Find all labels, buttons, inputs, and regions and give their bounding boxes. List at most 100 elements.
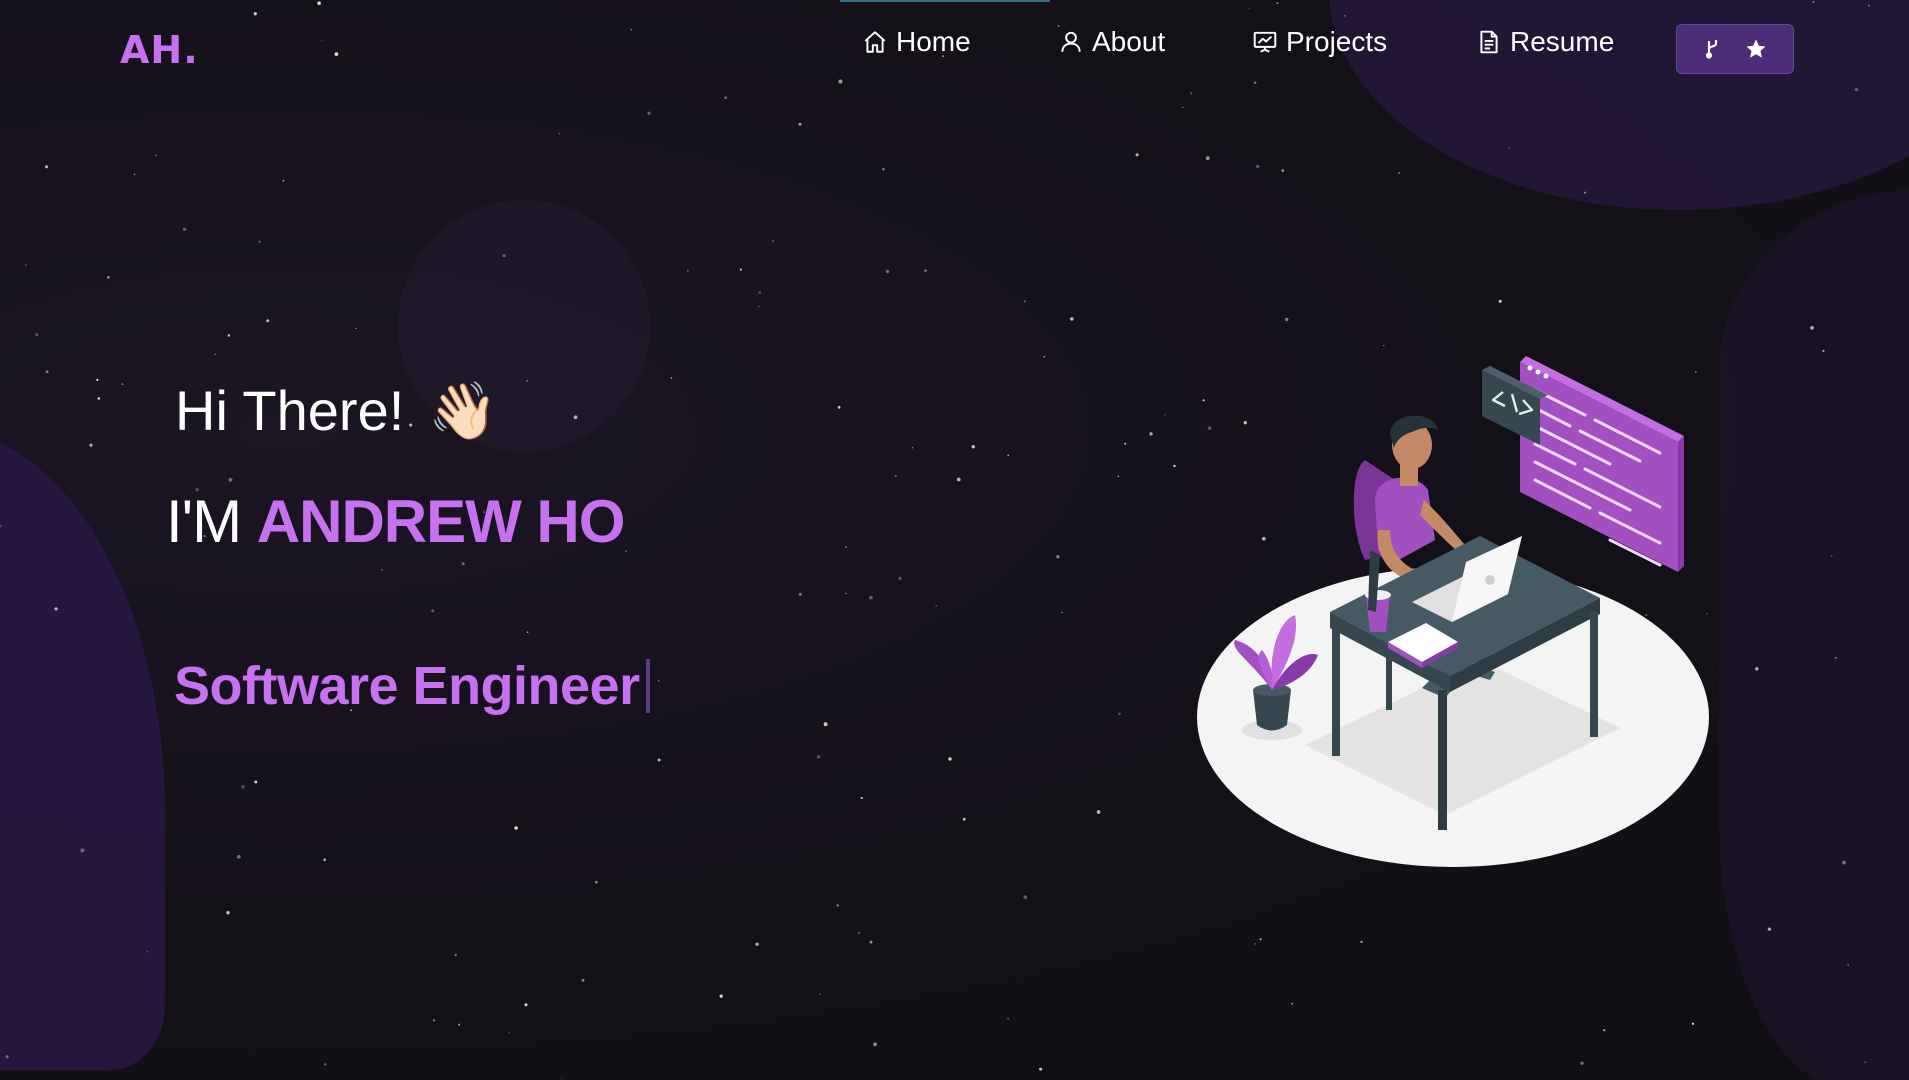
star xyxy=(1691,1022,1695,1025)
star xyxy=(647,111,651,115)
star xyxy=(1259,938,1262,941)
star xyxy=(1291,1002,1294,1005)
star xyxy=(226,910,230,915)
star xyxy=(657,758,661,762)
star xyxy=(1173,464,1176,468)
star xyxy=(1822,349,1825,353)
star xyxy=(1149,432,1153,436)
star xyxy=(524,1003,528,1007)
star xyxy=(5,1055,9,1059)
star xyxy=(514,826,518,830)
star xyxy=(670,377,673,379)
star xyxy=(625,550,627,552)
star xyxy=(581,978,585,982)
nav-item-projects[interactable]: Projects xyxy=(1252,26,1387,58)
star xyxy=(869,940,873,944)
star xyxy=(1810,326,1814,330)
hero-intro: I'M ANDREW HO xyxy=(166,487,626,556)
star xyxy=(1834,656,1837,659)
star xyxy=(1023,300,1026,303)
star xyxy=(266,319,270,323)
hero-name: ANDREW HO xyxy=(256,488,626,555)
star xyxy=(1118,712,1121,716)
star xyxy=(1864,1061,1867,1064)
star xyxy=(254,780,258,784)
star xyxy=(1281,169,1285,172)
star xyxy=(155,154,157,157)
nav-item-about[interactable]: About xyxy=(1058,26,1165,58)
star xyxy=(911,447,914,449)
typewriter-cursor xyxy=(645,659,650,713)
star xyxy=(107,276,110,279)
star xyxy=(227,334,231,337)
star xyxy=(526,631,529,633)
star xyxy=(971,444,976,449)
star xyxy=(1135,153,1139,157)
star-icon xyxy=(1746,39,1766,58)
star xyxy=(323,858,326,862)
star xyxy=(1039,1067,1043,1071)
nav-item-home[interactable]: Home xyxy=(862,26,971,58)
star xyxy=(739,268,742,271)
greeting-text: Hi There! xyxy=(175,379,405,442)
star xyxy=(1755,667,1759,671)
star xyxy=(96,378,99,381)
star xyxy=(595,881,598,884)
star xyxy=(1398,172,1400,174)
star xyxy=(1767,927,1772,931)
star xyxy=(816,755,821,759)
star xyxy=(1284,317,1289,322)
star xyxy=(45,370,49,374)
star xyxy=(1182,106,1184,109)
star xyxy=(236,854,241,859)
star xyxy=(1124,442,1127,445)
star xyxy=(948,757,952,761)
star xyxy=(1070,317,1074,321)
star xyxy=(724,96,728,100)
developer-illustration xyxy=(1197,356,1709,867)
star xyxy=(898,576,902,580)
star xyxy=(1498,299,1502,303)
star xyxy=(182,227,187,232)
star xyxy=(771,239,775,243)
star xyxy=(121,383,124,386)
star xyxy=(1061,611,1063,614)
star xyxy=(1043,355,1046,358)
star xyxy=(1580,1061,1584,1065)
nav-item-resume[interactable]: Resume xyxy=(1476,26,1614,58)
star xyxy=(857,931,861,935)
star xyxy=(894,474,897,478)
star xyxy=(719,994,723,998)
document-icon xyxy=(1480,30,1498,54)
star xyxy=(558,132,561,135)
star xyxy=(836,904,839,907)
nav-item-label: Home xyxy=(896,26,971,57)
star xyxy=(1205,156,1210,160)
star xyxy=(282,179,285,182)
portfolio-page: AH. Home About Projects Resume Hi There!… xyxy=(0,0,1909,1080)
star xyxy=(758,305,760,308)
star xyxy=(502,253,506,258)
star xyxy=(97,397,101,400)
nav-item-label: About xyxy=(1092,26,1166,57)
star xyxy=(1254,943,1257,945)
star xyxy=(1007,1017,1009,1020)
star xyxy=(1056,555,1060,559)
star xyxy=(1831,554,1833,557)
star xyxy=(837,406,841,409)
star xyxy=(845,546,847,548)
star xyxy=(461,562,465,566)
presentation-icon xyxy=(1253,31,1277,53)
star xyxy=(1583,191,1586,194)
star xyxy=(1256,164,1260,168)
star xyxy=(1164,414,1166,416)
git-fork-icon xyxy=(1705,39,1718,59)
star xyxy=(924,269,927,272)
brand-logo[interactable]: AH. xyxy=(120,28,199,72)
star xyxy=(1508,146,1511,149)
github-fork-button[interactable] xyxy=(1676,24,1794,74)
star xyxy=(1007,454,1009,457)
star xyxy=(869,595,873,600)
star xyxy=(798,592,802,596)
star xyxy=(1847,963,1850,966)
